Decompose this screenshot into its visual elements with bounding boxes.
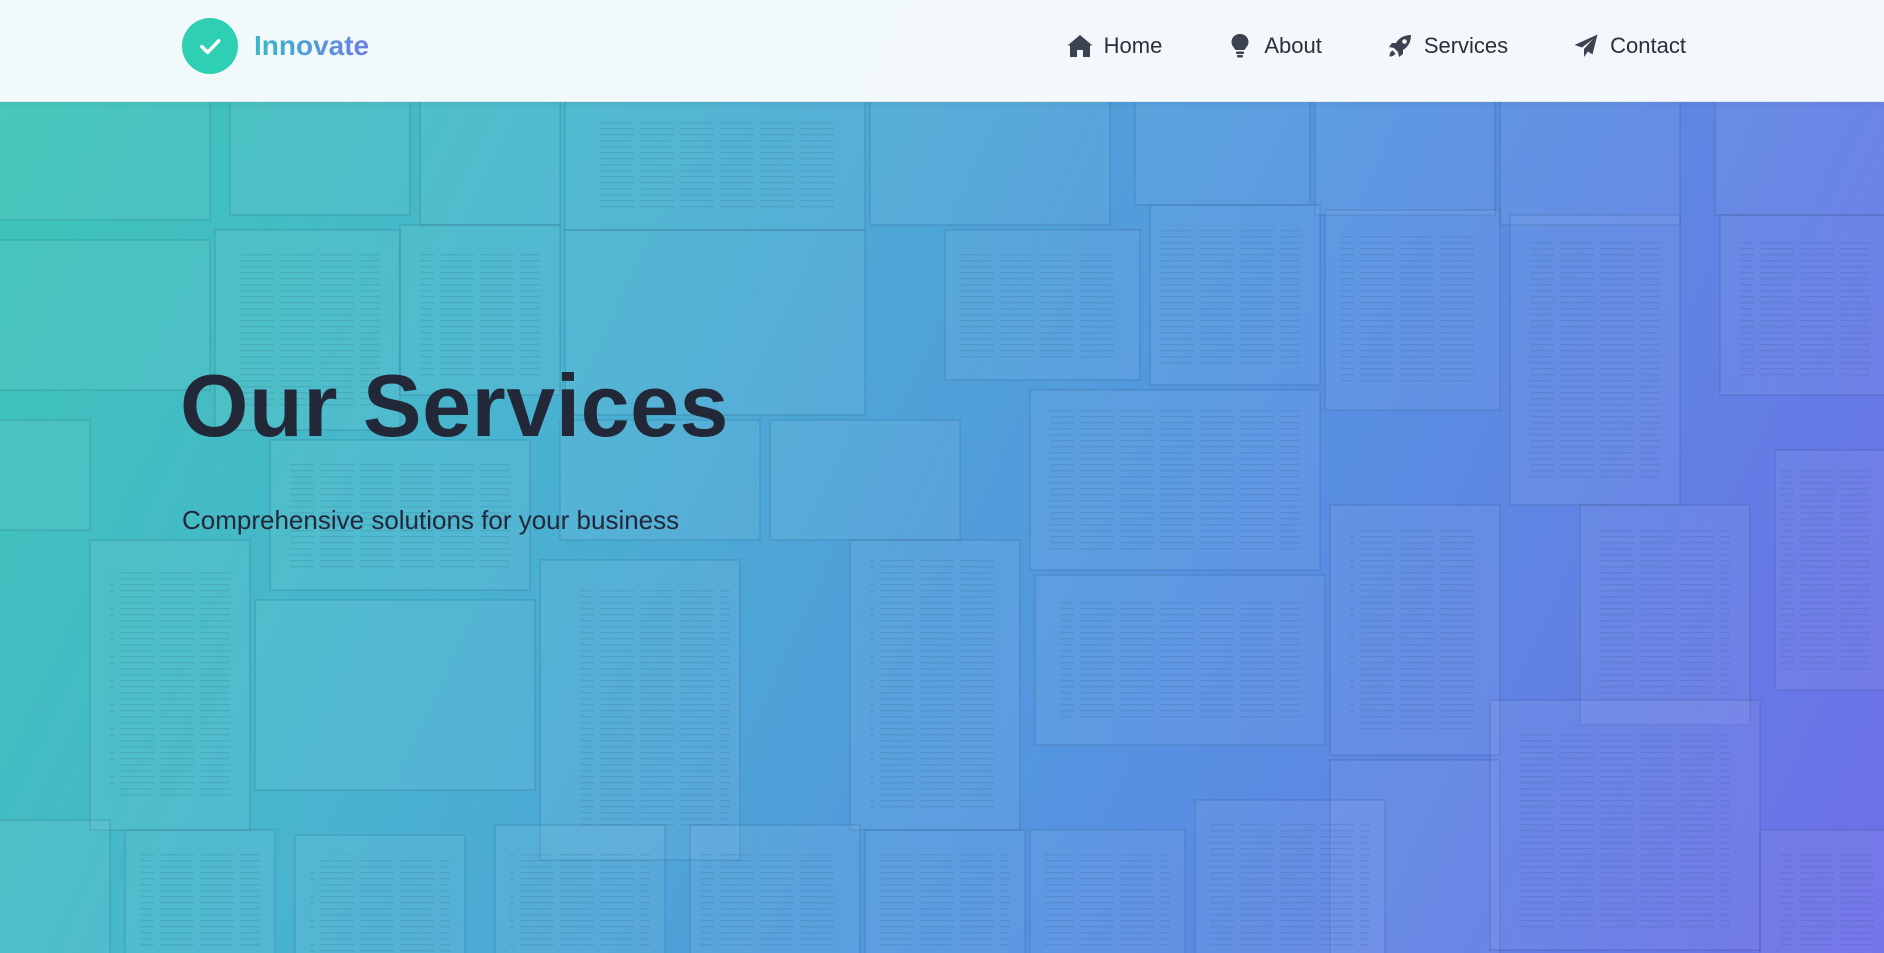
rocket-icon xyxy=(1386,32,1414,60)
hero-section: Our Services Comprehensive solutions for… xyxy=(0,0,1884,953)
brand-logo[interactable]: Innovate xyxy=(182,18,369,74)
nav-item-services[interactable]: Services xyxy=(1386,32,1508,60)
nav-label-about: About xyxy=(1264,33,1322,58)
hero-subtitle: Comprehensive solutions for your busines… xyxy=(182,505,680,535)
books-background-image xyxy=(0,94,1884,953)
brand-name: Innovate xyxy=(254,30,370,61)
check-icon xyxy=(182,18,238,74)
hero-title: Our Services xyxy=(180,356,729,455)
main-nav: Home About Services Contact xyxy=(1066,28,1686,64)
page: Our Services Comprehensive solutions for… xyxy=(0,0,1884,953)
site-header: Innovate Home About Services Contact xyxy=(0,0,1884,102)
nav-label-contact: Contact xyxy=(1610,33,1686,58)
paper-plane-icon xyxy=(1572,32,1600,60)
home-icon xyxy=(1066,32,1094,60)
nav-item-home[interactable]: Home xyxy=(1066,32,1163,60)
nav-label-services: Services xyxy=(1423,33,1509,58)
lightbulb-icon xyxy=(1226,32,1254,60)
nav-item-contact[interactable]: Contact xyxy=(1572,32,1686,60)
nav-label-home: Home xyxy=(1103,33,1163,58)
nav-item-about[interactable]: About xyxy=(1226,32,1322,60)
